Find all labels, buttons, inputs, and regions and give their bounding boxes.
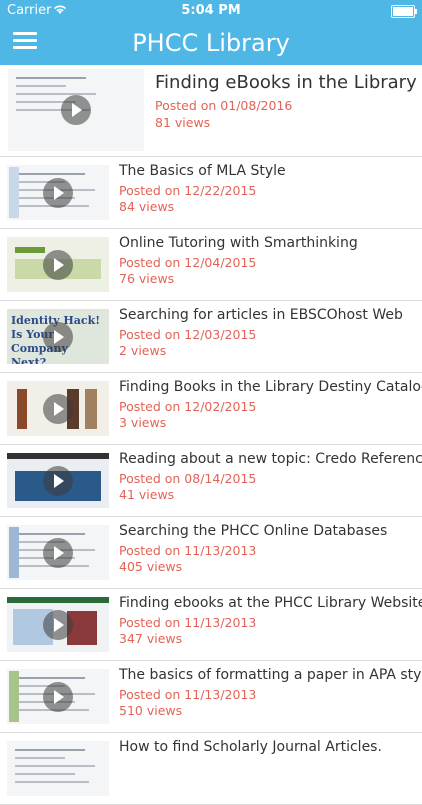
video-thumbnail[interactable]: Identity Hack! Is Your Company Next?	[7, 309, 109, 364]
video-date: Posted on 12/02/2015	[119, 399, 257, 414]
video-views: 76 views	[119, 271, 175, 286]
battery-icon	[391, 5, 417, 18]
play-icon[interactable]	[43, 249, 73, 280]
video-views: 81 views	[155, 115, 211, 130]
video-row[interactable]: Finding ebooks at the PHCC Library Websi…	[0, 589, 422, 661]
video-list[interactable]: Finding eBooks in the Library Posted on …	[0, 65, 422, 805]
video-thumbnail[interactable]	[7, 669, 109, 724]
video-date: Posted on 08/14/2015	[119, 471, 257, 486]
video-title[interactable]: The basics of formatting a paper in APA …	[119, 666, 422, 685]
video-date: Posted on 01/08/2016	[155, 98, 293, 113]
video-row[interactable]: Online Tutoring with Smarthinking Posted…	[0, 229, 422, 301]
video-title[interactable]: Finding ebooks at the PHCC Library Websi…	[119, 594, 422, 613]
video-views: 3 views	[119, 415, 167, 430]
video-thumbnail[interactable]	[7, 381, 109, 436]
video-thumbnail[interactable]	[7, 525, 109, 580]
video-row[interactable]: Searching the PHCC Online Databases Post…	[0, 517, 422, 589]
nav-bar: Carrier 5:04 PM PHCC Library	[0, 0, 422, 65]
video-title[interactable]: Finding eBooks in the Library	[155, 71, 417, 95]
video-date: Posted on 11/13/2013	[119, 543, 257, 558]
video-title[interactable]: Searching for articles in EBSCOhost Web	[119, 306, 416, 325]
video-title[interactable]: Reading about a new topic: Credo Referen…	[119, 450, 422, 469]
video-title[interactable]: Searching the PHCC Online Databases	[119, 522, 416, 541]
video-views: 84 views	[119, 199, 175, 214]
video-row[interactable]: The basics of formatting a paper in APA …	[0, 661, 422, 733]
status-bar: Carrier 5:04 PM	[0, 0, 422, 22]
play-icon[interactable]	[43, 609, 73, 640]
video-views: 405 views	[119, 559, 183, 574]
video-thumbnail[interactable]	[7, 453, 109, 508]
video-title[interactable]: Finding Books in the Library Destiny Cat…	[119, 378, 422, 397]
video-thumbnail[interactable]	[7, 741, 109, 796]
play-icon[interactable]	[43, 321, 73, 352]
video-row[interactable]: How to find Scholarly Journal Articles.	[0, 733, 422, 805]
video-date: Posted on 12/04/2015	[119, 255, 257, 270]
video-views: 41 views	[119, 487, 175, 502]
video-views: 510 views	[119, 703, 183, 718]
video-row[interactable]: The Basics of MLA Style Posted on 12/22/…	[0, 157, 422, 229]
play-icon[interactable]	[61, 95, 91, 125]
play-icon[interactable]	[43, 177, 73, 208]
video-thumbnail[interactable]	[8, 69, 144, 151]
video-thumbnail[interactable]	[7, 237, 109, 292]
video-date: Posted on 11/13/2013	[119, 615, 257, 630]
page-title: PHCC Library	[132, 29, 290, 57]
play-icon[interactable]	[43, 681, 73, 712]
video-date: Posted on 12/22/2015	[119, 183, 257, 198]
video-thumbnail[interactable]	[7, 165, 109, 220]
video-views: 2 views	[119, 343, 167, 358]
video-row[interactable]: Reading about a new topic: Credo Referen…	[0, 445, 422, 517]
video-views: 347 views	[119, 631, 183, 646]
status-time: 5:04 PM	[181, 3, 241, 18]
play-icon[interactable]	[43, 465, 73, 496]
play-icon[interactable]	[43, 393, 73, 424]
video-date: Posted on 11/13/2013	[119, 687, 257, 702]
video-row[interactable]: Identity Hack! Is Your Company Next? Sea…	[0, 301, 422, 373]
video-title[interactable]: The Basics of MLA Style	[119, 162, 416, 181]
video-thumbnail[interactable]	[7, 597, 109, 652]
video-title[interactable]: Online Tutoring with Smarthinking	[119, 234, 416, 253]
video-date: Posted on 12/03/2015	[119, 327, 257, 342]
play-icon[interactable]	[43, 537, 73, 568]
video-title[interactable]: How to find Scholarly Journal Articles.	[119, 738, 416, 757]
video-row[interactable]: Finding Books in the Library Destiny Cat…	[0, 373, 422, 445]
video-row[interactable]: Finding eBooks in the Library Posted on …	[0, 65, 422, 157]
